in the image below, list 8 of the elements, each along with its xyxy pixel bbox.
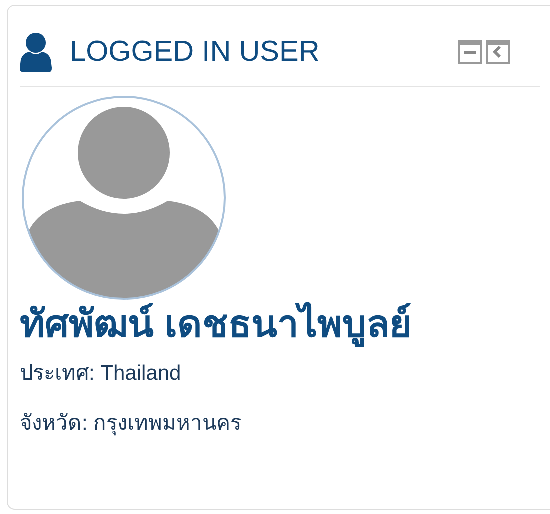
collapse-button[interactable] — [458, 40, 482, 64]
avatar-icon — [20, 95, 228, 301]
profile-field: ประเทศ: Thailand — [20, 349, 550, 399]
profile-field: จังหวัด: กรุงเทพมหานคร — [20, 399, 550, 449]
dock-button[interactable] — [486, 40, 510, 64]
user-name[interactable]: ทัศพัฒน์ เดชธนาไพบูลย์ — [20, 301, 550, 349]
block-title: LOGGED IN USER — [70, 36, 321, 68]
user-icon — [20, 32, 52, 72]
